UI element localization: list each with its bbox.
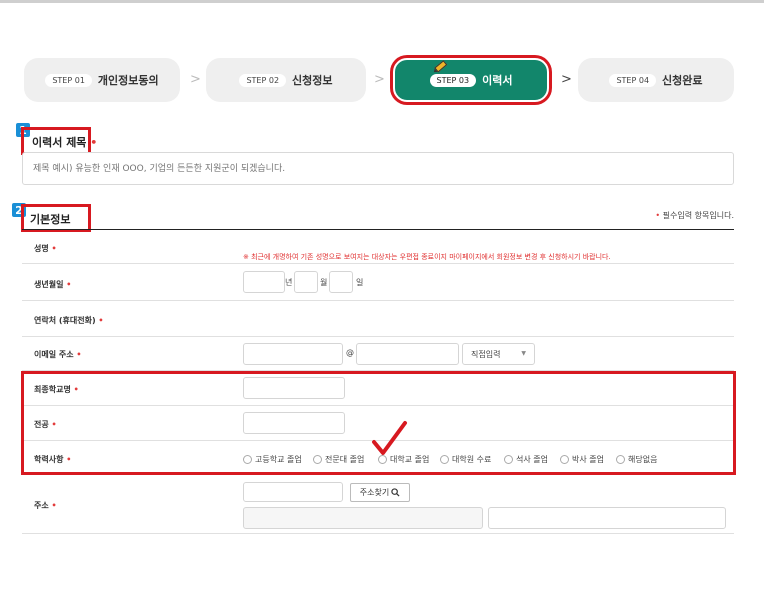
name-change-notice: ※ 최근에 개명하여 기존 성명으로 보여지는 대상자는 우편접 종료이지 마이… (243, 253, 611, 261)
name-label-text: 성명 (34, 244, 49, 253)
name-label: 성명 • (34, 243, 57, 254)
address-label-text: 주소 (34, 501, 49, 510)
step-2: STEP 02 신청정보 (206, 58, 366, 102)
step-4: STEP 04 신청완료 (578, 58, 734, 102)
step-4-number: STEP 04 (609, 73, 657, 87)
required-note: • 필수입력 항목입니다. (655, 210, 734, 221)
postcode-input[interactable] (243, 482, 343, 502)
phone-label: 연락처 (휴대전화) • (34, 315, 104, 326)
address-detail-input[interactable] (488, 507, 726, 529)
birth-label: 생년월일 • (34, 279, 71, 290)
step-1-label: 개인정보동의 (97, 74, 159, 87)
table-top-border (22, 229, 734, 230)
birth-year-input[interactable] (243, 271, 285, 293)
row-divider (22, 336, 734, 337)
address-search-label: 주소찾기 (359, 488, 390, 497)
required-mark: • (98, 316, 104, 325)
resume-title-heading-text: 이력서 제목 (32, 136, 87, 149)
required-mark: • (90, 136, 98, 149)
resume-title-heading: 이력서 제목 • (32, 134, 97, 150)
step-4-label: 신청완료 (662, 74, 703, 87)
phone-label-text: 연락처 (휴대전화) (34, 316, 96, 325)
step-2-number: STEP 02 (239, 73, 287, 87)
required-note-text: 필수입력 항목입니다. (662, 211, 734, 220)
row-divider (22, 263, 734, 264)
month-unit: 월 (320, 278, 328, 287)
email-id-input[interactable] (243, 343, 343, 365)
address-label: 주소 • (34, 500, 57, 511)
birth-label-text: 생년월일 (34, 280, 64, 289)
required-note-mark: • (655, 211, 661, 220)
email-domain-select[interactable]: 직접입력 ▼ (462, 343, 535, 365)
required-mark: • (51, 244, 57, 253)
email-label: 이메일 주소 • (34, 349, 82, 360)
email-domain-input[interactable] (356, 343, 459, 365)
address-search-button[interactable]: 주소찾기 (350, 483, 410, 502)
email-at-sign: @ (346, 348, 354, 357)
basic-info-heading: 기본정보 (30, 213, 71, 226)
email-select-value: 직접입력 (471, 350, 501, 359)
required-mark: • (66, 280, 72, 289)
step-1-number: STEP 01 (45, 73, 92, 87)
step-1: STEP 01 개인정보동의 (24, 58, 180, 102)
row-divider (22, 533, 734, 534)
row-divider (22, 300, 734, 301)
step-3-label: 이력서 (482, 74, 513, 87)
resume-title-input[interactable] (22, 152, 734, 185)
birth-day-input[interactable] (329, 271, 353, 293)
step-arrow-1: > (190, 72, 201, 87)
address-input[interactable] (243, 507, 483, 529)
required-mark: • (51, 501, 57, 510)
step-3-number: STEP 03 (429, 73, 477, 87)
chevron-down-icon: ▼ (521, 350, 526, 357)
step-2-label: 신청정보 (292, 74, 333, 87)
step-arrow-3: > (561, 72, 572, 87)
step-3-active: STEP 03 이력서 (393, 58, 549, 102)
year-unit: 년 (285, 278, 293, 287)
step-arrow-2: > (374, 72, 385, 87)
day-unit: 일 (356, 278, 364, 287)
birth-month-input[interactable] (294, 271, 318, 293)
required-mark: • (76, 350, 82, 359)
annotation-box-education (21, 371, 736, 475)
top-border (0, 0, 764, 3)
search-icon (391, 488, 400, 497)
email-label-text: 이메일 주소 (34, 350, 74, 359)
